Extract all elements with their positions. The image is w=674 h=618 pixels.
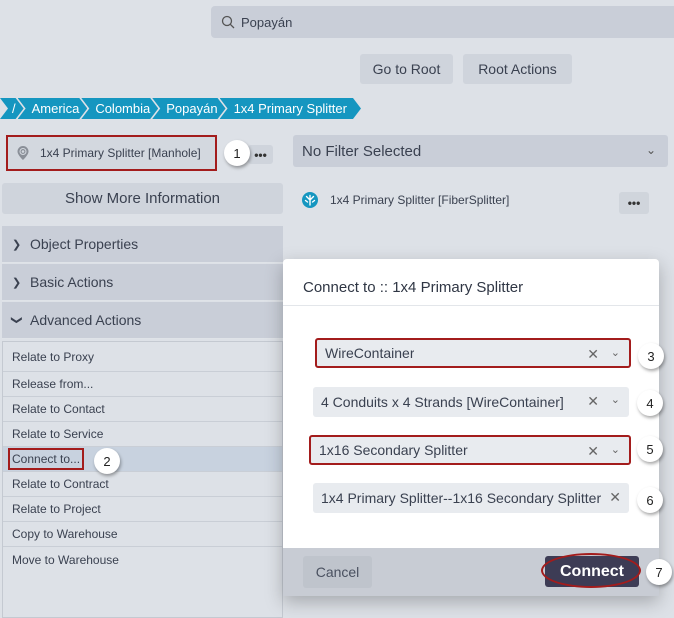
step-badge-6: 6 bbox=[637, 487, 663, 513]
tree-item-label: 1x4 Primary Splitter [FiberSplitter] bbox=[330, 193, 510, 207]
chevron-down-icon[interactable]: ⌄ bbox=[611, 443, 620, 456]
filter-select[interactable]: No Filter Selected ⌄ bbox=[293, 135, 668, 167]
menu-item-relate-to-contract[interactable]: Relate to Contract bbox=[3, 472, 282, 497]
select-value: 1x16 Secondary Splitter bbox=[319, 442, 468, 458]
accordion-label: Object Properties bbox=[30, 236, 139, 252]
go-to-root-button[interactable]: Go to Root bbox=[360, 54, 453, 84]
target-select[interactable]: 1x16 Secondary Splitter ✕ ⌄ bbox=[309, 435, 631, 465]
selected-object[interactable]: 1x4 Primary Splitter [Manhole] bbox=[6, 135, 217, 171]
menu-item-relate-to-proxy[interactable]: Relate to Proxy bbox=[3, 342, 282, 372]
chevron-down-icon[interactable]: ⌄ bbox=[611, 393, 620, 406]
chevron-down-icon: ⌄ bbox=[645, 143, 656, 157]
chevron-down-icon[interactable]: ⌄ bbox=[611, 346, 620, 359]
fiber-splitter-icon bbox=[302, 192, 318, 208]
highlight-ring bbox=[541, 553, 641, 588]
show-more-button[interactable]: Show More Information bbox=[2, 183, 283, 214]
search-input[interactable] bbox=[241, 14, 641, 30]
menu-item-copy-to-warehouse[interactable]: Copy to Warehouse bbox=[3, 522, 282, 547]
menu-item-label: Relate to Project bbox=[12, 502, 101, 516]
select-value: WireContainer bbox=[325, 345, 415, 361]
accordion-advanced-actions[interactable]: ❯ Advanced Actions bbox=[2, 302, 283, 339]
menu-item-label: Release from... bbox=[12, 377, 94, 391]
step-badge-4: 4 bbox=[637, 390, 663, 416]
step-badge-3: 3 bbox=[638, 343, 664, 369]
tree-item-menu-button[interactable]: ••• bbox=[619, 192, 649, 214]
accordion-basic-actions[interactable]: ❯ Basic Actions bbox=[2, 264, 283, 301]
clear-icon[interactable]: ✕ bbox=[609, 489, 621, 506]
breadcrumb-popayan[interactable]: Popayán bbox=[152, 98, 225, 119]
menu-item-label: Connect to... bbox=[8, 448, 85, 470]
menu-item-label: Relate to Proxy bbox=[12, 349, 95, 364]
root-actions-button[interactable]: Root Actions bbox=[463, 54, 572, 84]
menu-item-move-to-warehouse[interactable]: Move to Warehouse bbox=[3, 547, 282, 572]
menu-item-label: Move to Warehouse bbox=[12, 552, 119, 567]
chevron-down-icon: ❯ bbox=[10, 315, 23, 325]
object-menu-button[interactable]: ••• bbox=[248, 145, 273, 164]
container-select[interactable]: 4 Conduits x 4 Strands [WireContainer] ✕… bbox=[313, 387, 629, 417]
accordion-label: Basic Actions bbox=[30, 274, 114, 290]
menu-item-label: Copy to Warehouse bbox=[12, 527, 118, 541]
menu-item-connect-to[interactable]: Connect to... bbox=[3, 447, 282, 472]
accordion-label: Advanced Actions bbox=[30, 312, 142, 328]
dialog-title: Connect to :: 1x4 Primary Splitter bbox=[303, 279, 524, 296]
breadcrumb-splitter[interactable]: 1x4 Primary Splitter bbox=[220, 98, 361, 119]
connect-button[interactable]: Connect bbox=[541, 553, 641, 588]
menu-item-label: Relate to Contact bbox=[12, 402, 105, 416]
map-pin-icon bbox=[17, 146, 29, 160]
dialog-footer: Cancel Connect bbox=[283, 548, 659, 596]
chevron-right-icon: ❯ bbox=[12, 276, 22, 289]
menu-item-relate-to-service[interactable]: Relate to Service bbox=[3, 422, 282, 447]
class-select[interactable]: WireContainer ✕ ⌄ bbox=[315, 338, 631, 368]
selected-object-label: 1x4 Primary Splitter [Manhole] bbox=[40, 146, 201, 160]
step-badge-2: 2 bbox=[94, 448, 120, 474]
clear-icon[interactable]: ✕ bbox=[587, 443, 599, 460]
clear-icon[interactable]: ✕ bbox=[587, 346, 599, 363]
menu-item-relate-to-project[interactable]: Relate to Project bbox=[3, 497, 282, 522]
tree-item-fiber-splitter[interactable]: 1x4 Primary Splitter [FiberSplitter] bbox=[302, 192, 509, 208]
advanced-actions-menu: Relate to Proxy Release from... Relate t… bbox=[2, 341, 283, 618]
connection-name-field[interactable]: 1x4 Primary Splitter--1x16 Secondary Spl… bbox=[313, 483, 629, 513]
step-badge-5: 5 bbox=[637, 436, 663, 462]
clear-icon[interactable]: ✕ bbox=[587, 393, 599, 410]
menu-item-release-from[interactable]: Release from... bbox=[3, 372, 282, 397]
step-badge-1: 1 bbox=[224, 140, 250, 166]
search-bar[interactable] bbox=[211, 6, 674, 38]
chevron-right-icon: ❯ bbox=[12, 238, 22, 251]
connect-to-dialog: Connect to :: 1x4 Primary Splitter WireC… bbox=[283, 259, 659, 596]
select-value: 1x4 Primary Splitter--1x16 Secondary Spl… bbox=[321, 490, 601, 506]
filter-value: No Filter Selected bbox=[302, 142, 422, 160]
breadcrumb-america[interactable]: America bbox=[18, 98, 88, 119]
cancel-button[interactable]: Cancel bbox=[303, 556, 372, 588]
breadcrumb: / America Colombia Popayán 1x4 Primary S… bbox=[0, 98, 355, 119]
menu-item-relate-to-contact[interactable]: Relate to Contact bbox=[3, 397, 282, 422]
step-badge-7: 7 bbox=[646, 559, 672, 585]
breadcrumb-colombia[interactable]: Colombia bbox=[81, 98, 158, 119]
menu-item-label: Relate to Service bbox=[12, 427, 104, 441]
select-value: 4 Conduits x 4 Strands [WireContainer] bbox=[321, 394, 564, 410]
menu-item-label: Relate to Contract bbox=[12, 477, 109, 491]
divider bbox=[283, 305, 659, 306]
accordion-object-properties[interactable]: ❯ Object Properties bbox=[2, 226, 283, 263]
search-icon bbox=[221, 15, 235, 29]
